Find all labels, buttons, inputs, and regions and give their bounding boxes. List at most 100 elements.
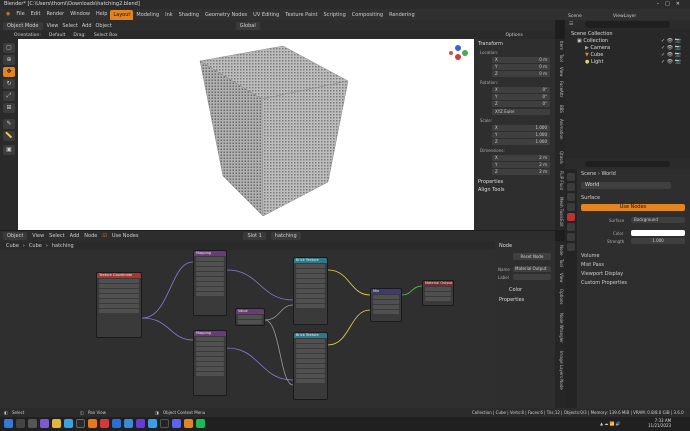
tab-scripting[interactable]: Scripting [321,10,349,21]
world-selector[interactable]: World [581,182,671,189]
node-menu-add[interactable]: Add [70,233,80,239]
firefox-icon[interactable] [88,419,97,428]
surface-title[interactable]: Surface [581,195,600,201]
rotation-y-field[interactable]: Y 0° [492,94,550,100]
drag-value[interactable]: Select Box [94,33,118,38]
spotify-icon[interactable] [196,419,205,428]
slot-dropdown[interactable]: Slot 1 [243,232,266,240]
tab-node-options[interactable]: Options [556,289,564,304]
tab-node-wrangler[interactable]: Node Wrangler [556,313,564,343]
shader-type-dropdown[interactable]: Object [3,232,28,240]
outliner-item-cube[interactable]: ▼ Cube [585,52,603,58]
app-icon[interactable] [40,419,49,428]
properties-subpanel[interactable]: Properties [499,297,524,303]
transform-title[interactable]: Transform [478,41,503,47]
modifier-tab-icon[interactable] [567,233,575,241]
teams-icon[interactable] [136,419,145,428]
rotation-z-field[interactable]: Z 0° [492,101,550,107]
tab-animation[interactable]: Animation [556,119,564,139]
color-swatch[interactable] [631,230,685,236]
node-brick-texture-1[interactable]: Brick Texture [293,257,328,325]
tab-node[interactable]: Node [556,245,564,255]
tab-shading[interactable]: Shading [176,10,202,21]
strength-field[interactable]: 1.000 [631,238,685,244]
node-mapping-2[interactable]: Mapping [193,330,227,396]
properties-subpanel[interactable]: Properties [478,179,503,185]
viewport-menu-view[interactable]: View [47,23,59,29]
dimensions-z-field[interactable]: Z 2 m [492,169,550,175]
scene-tab-icon[interactable] [567,203,575,211]
viewport-display-panel[interactable]: Viewport Display [581,271,623,277]
outliner-collection[interactable]: ▣ Collection [577,38,608,44]
taskbar-clock[interactable]: 7:33 AM 11/21/2023 [648,418,671,428]
search-icon[interactable] [16,419,25,428]
node-material-output[interactable]: Material Output [422,280,454,306]
volume-panel[interactable]: Volume [581,253,600,259]
task-view-icon[interactable] [28,419,37,428]
viewport-canvas[interactable] [18,39,474,230]
cmd-icon[interactable] [160,419,169,428]
node-menu-view[interactable]: View [32,233,44,239]
object-tab-icon[interactable] [567,223,575,231]
node-mapping-1[interactable]: Mapping [193,250,227,316]
tab-view[interactable]: View [556,67,564,77]
tab-item[interactable]: Item [556,41,564,50]
measure-tool-icon[interactable]: 📏 [3,131,15,141]
browser-icon[interactable] [148,419,157,428]
options-button[interactable]: Options [506,33,523,38]
cube-right-face[interactable] [261,80,349,217]
node-texture-coordinate[interactable]: Texture Coordinate [96,272,142,338]
tab-faceattr[interactable]: FaceAttr [556,81,564,98]
start-icon[interactable] [4,419,13,428]
node-menu-node[interactable]: Node [84,233,97,239]
output-tab-icon[interactable] [567,193,575,201]
rotation-x-field[interactable]: X 0° [492,87,550,93]
surface-shader-dropdown[interactable]: Background [631,217,685,223]
window-controls[interactable]: –□✕ [657,0,686,9]
3d-viewport[interactable] [18,39,474,230]
outliner-search-input[interactable] [585,21,670,28]
blender-taskbar-icon[interactable] [184,419,193,428]
tab-mesh-tools[interactable]: Mesh Tools [556,197,564,219]
properties-search-input[interactable] [585,161,670,167]
location-z-field[interactable]: Z 0 m [492,71,550,77]
location-x-field[interactable]: X 0 m [492,57,550,63]
cursor-tool-icon[interactable]: ⊕ [3,55,15,65]
tab-tool[interactable]: Tool [556,54,564,62]
transform-orientation-dropdown[interactable]: Global [235,21,260,30]
terminal-icon[interactable] [76,419,85,428]
discord-icon[interactable] [172,419,181,428]
render-tab-icon[interactable] [567,183,575,191]
edge-icon[interactable] [64,419,73,428]
outliner-filter-icon[interactable]: ☰ [569,21,573,27]
blender-logo-icon[interactable]: ◉ [3,9,13,20]
use-nodes-button[interactable]: Use Nodes [581,204,685,211]
mist-pass-panel[interactable]: Mist Pass [581,262,604,268]
rotation-mode-dropdown[interactable]: XYZ Euler [492,109,550,115]
tab-layout[interactable]: Layout [110,9,134,21]
opera-icon[interactable] [100,419,109,428]
node-value[interactable]: Value [235,308,265,326]
tab-rendering[interactable]: Rendering [386,10,418,21]
outliner-scene-collection[interactable]: Scene Collection [571,31,613,37]
tab-geometry-nodes[interactable]: Geometry Nodes [202,10,250,21]
tab-node-view[interactable]: View [556,273,564,283]
tab-edit[interactable]: Edit [556,219,564,227]
scale-x-field[interactable]: X 1.000 [492,125,550,131]
menu-help[interactable]: Help [93,9,110,20]
tab-uv-editing[interactable]: UV Editing [250,10,282,21]
visibility-icons[interactable]: ✓ 👁 📷 ✓ 👁 📷 ✓ 👁 📷 ✓ 👁 📷 [661,38,681,66]
reset-node-button[interactable]: Reset Node [513,253,551,260]
custom-properties-panel[interactable]: Custom Properties [581,280,627,286]
rotate-tool-icon[interactable]: ↻ [3,79,15,89]
node-name-field[interactable]: Material Output [513,266,551,272]
align-tools-subpanel[interactable]: Align Tools [478,187,504,193]
tab-compositing[interactable]: Compositing [349,10,386,21]
viewport-menu-select[interactable]: Select [62,23,77,29]
tab-image-layers-node[interactable]: Image Layers Node [556,351,564,390]
viewport-menu-object[interactable]: Object [96,23,112,29]
vscode-icon[interactable] [124,419,133,428]
material-selector[interactable]: hatching [270,232,301,240]
menu-render[interactable]: Render [43,9,67,20]
select-tool-icon[interactable]: ▢ [3,43,15,53]
